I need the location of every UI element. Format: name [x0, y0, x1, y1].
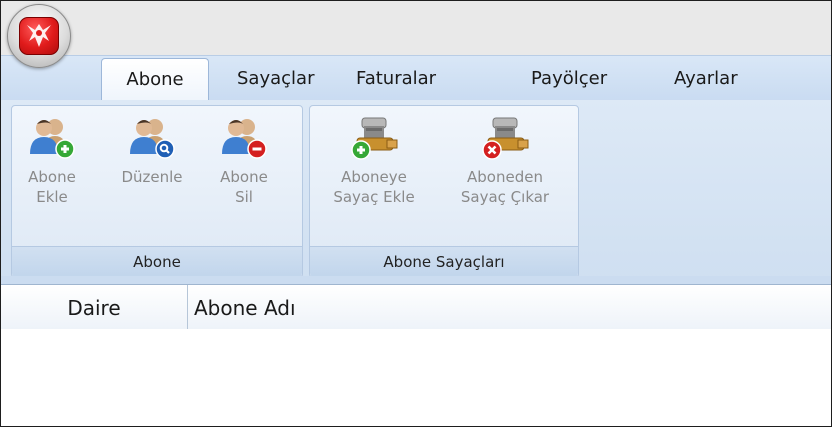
tab-abone[interactable]: Abone [101, 58, 209, 103]
grid-body[interactable] [1, 329, 831, 426]
users-search-icon [127, 114, 177, 162]
grid-header: Daire Abone Adı [1, 284, 831, 330]
abone-sil-label: Abone Sil [220, 168, 268, 206]
title-bar [1, 1, 831, 55]
tab-ayarlar[interactable]: Ayarlar [674, 56, 738, 100]
tab-sayaclar[interactable]: Sayaçlar [237, 56, 314, 100]
group-label-abone-sayaclari: Abone Sayaçları [310, 246, 578, 277]
users-remove-icon [219, 114, 269, 162]
tab-faturalar[interactable]: Faturalar [356, 56, 436, 100]
duzenle-label: Düzenle [121, 168, 183, 186]
ribbon-group-abone: Abone Ekle Düzenle Abone Sil Abone [11, 105, 303, 278]
meter-remove-icon [480, 114, 530, 162]
meter-add-icon [349, 114, 399, 162]
application-menu-button[interactable] [7, 4, 71, 68]
aboneden-sayac-cikar-button[interactable]: Aboneden Sayaç Çıkar [450, 114, 560, 207]
users-add-icon [27, 114, 77, 162]
abone-ekle-label: Abone Ekle [28, 168, 76, 206]
app-window: Abone Sayaçlar Faturalar Payölçer Ayarla… [0, 0, 832, 427]
tab-payolcer[interactable]: Payölçer [531, 56, 607, 100]
aboneden-sayac-cikar-label: Aboneden Sayaç Çıkar [460, 168, 550, 206]
duzenle-button[interactable]: Düzenle [112, 114, 192, 187]
aboneye-sayac-ekle-label: Aboneye Sayaç Ekle [333, 168, 415, 206]
ribbon-panel: Abone Ekle Düzenle Abone Sil Abone Abone… [1, 100, 831, 284]
app-logo-icon [19, 17, 59, 55]
ribbon-group-abone-sayaclari: Aboneye Sayaç Ekle Aboneden Sayaç Çıkar … [309, 105, 579, 278]
column-header-daire[interactable]: Daire [1, 285, 188, 329]
ribbon-tab-row: Abone Sayaçlar Faturalar Payölçer Ayarla… [1, 55, 831, 103]
column-header-abone-adi[interactable]: Abone Adı [194, 285, 296, 329]
aboneye-sayac-ekle-button[interactable]: Aboneye Sayaç Ekle [322, 114, 426, 207]
group-label-abone: Abone [12, 246, 302, 277]
ribbon-bottom-strip [1, 276, 831, 284]
abone-ekle-button[interactable]: Abone Ekle [22, 114, 82, 207]
abone-sil-button[interactable]: Abone Sil [212, 114, 276, 207]
